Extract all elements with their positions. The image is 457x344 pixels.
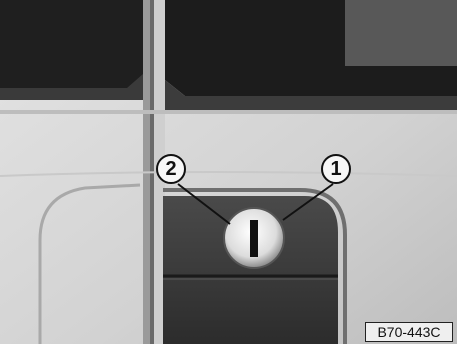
photo-illustration: 1 2 B70-443C xyxy=(0,0,457,344)
callout-1: 1 xyxy=(321,154,351,184)
callout-2: 2 xyxy=(156,154,186,184)
left-window xyxy=(0,0,143,100)
vehicle-door-lock-photo xyxy=(0,0,457,344)
figure-code-label: B70-443C xyxy=(365,322,453,342)
right-window-glass xyxy=(345,0,457,66)
belt-line xyxy=(0,110,457,114)
key-slot xyxy=(250,220,258,257)
